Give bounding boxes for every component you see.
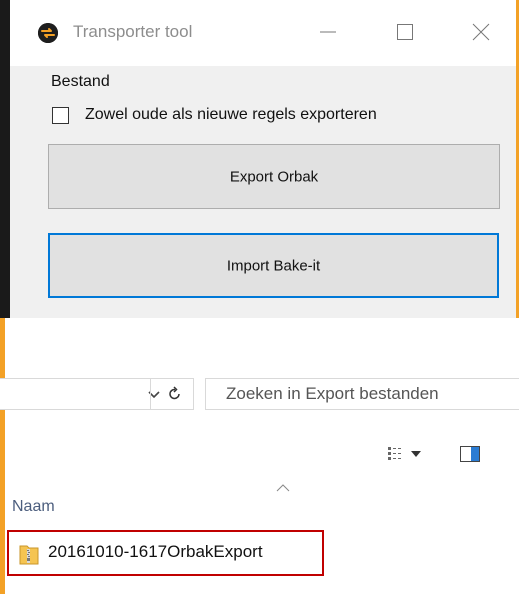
- export-orbak-button[interactable]: Export Orbak: [48, 144, 500, 209]
- import-bake-it-label: Import Bake-it: [226, 257, 321, 274]
- export-old-new-checkbox[interactable]: [52, 107, 69, 124]
- transporter-app-icon: [38, 23, 58, 43]
- search-placeholder: Zoeken in Export bestanden: [226, 384, 439, 403]
- window-left-edge: [0, 0, 10, 318]
- file-list-item[interactable]: 20161010-1617OrbakExport: [7, 530, 324, 576]
- preview-pane-icon[interactable]: [460, 446, 480, 462]
- refresh-icon[interactable]: [167, 386, 183, 402]
- import-bake-it-button[interactable]: Import Bake-it: [48, 233, 499, 298]
- zip-folder-icon: [19, 545, 39, 565]
- file-explorer-window: Zoeken in Export bestanden Naam 20161010…: [0, 318, 519, 594]
- minimize-icon: [320, 31, 336, 33]
- window-title: Transporter tool: [73, 22, 193, 41]
- column-header-name[interactable]: Naam: [12, 498, 55, 516]
- export-orbak-label: Export Orbak: [229, 168, 319, 185]
- minimize-button[interactable]: [307, 14, 349, 50]
- transporter-tool-window: Transporter tool Bestand Zowel oude als …: [0, 0, 519, 318]
- file-name: 20161010-1617OrbakExport: [48, 542, 263, 561]
- menu-item-bestand[interactable]: Bestand: [51, 73, 110, 91]
- title-bar[interactable]: Transporter tool: [10, 0, 516, 66]
- maximize-button[interactable]: [384, 14, 426, 50]
- view-dropdown-icon[interactable]: [411, 451, 421, 457]
- close-button[interactable]: [460, 14, 502, 50]
- view-options-icon[interactable]: [388, 446, 406, 462]
- checkbox-label[interactable]: Zowel oude als nieuwe regels exporteren: [85, 106, 377, 124]
- sort-ascending-icon: [276, 484, 290, 492]
- explorer-left-edge: [0, 318, 5, 594]
- menu-bar: Bestand: [10, 66, 516, 96]
- maximize-icon: [397, 24, 413, 40]
- search-input[interactable]: Zoeken in Export bestanden: [205, 378, 519, 410]
- close-icon: [472, 23, 490, 41]
